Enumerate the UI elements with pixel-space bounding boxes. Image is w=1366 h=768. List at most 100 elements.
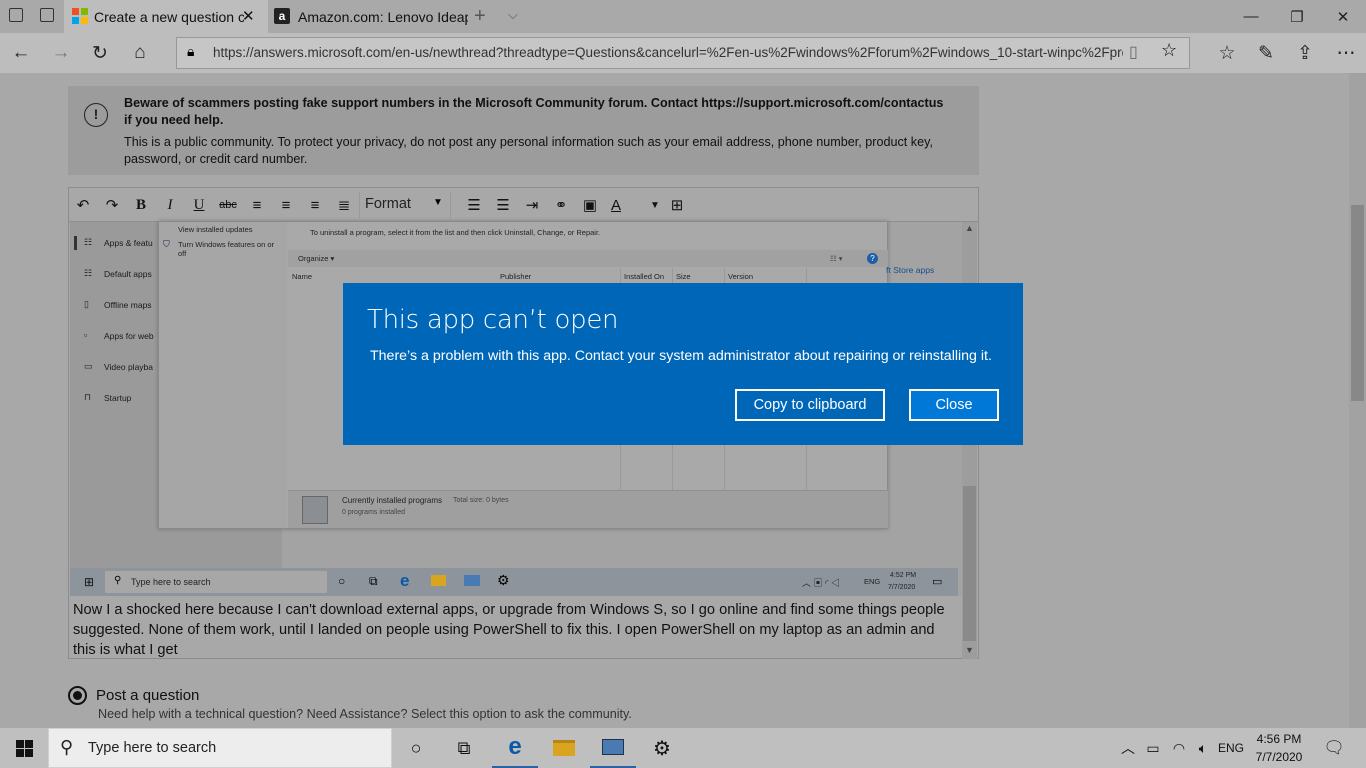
notice-title: Beware of scammers posting fake support …: [124, 96, 944, 127]
align-center-icon[interactable]: ≡: [274, 193, 298, 217]
settings-item: Default apps: [104, 269, 152, 279]
align-left-icon[interactable]: ≡: [245, 193, 269, 217]
format-dropdown[interactable]: Format ▼: [359, 192, 451, 218]
home-icon[interactable]: ⌂: [125, 39, 155, 67]
cortana-icon: ○: [338, 574, 346, 588]
close-button[interactable]: Close: [909, 389, 999, 421]
tab-label: Create a new question c: [94, 8, 244, 25]
column-header: Publisher: [500, 272, 532, 281]
language-indicator[interactable]: ENG: [1216, 728, 1246, 768]
browser-nav-bar: ← → ↻ ⌂ 🔒︎ https://answers.microsoft.com…: [0, 33, 1366, 73]
copy-to-clipboard-button[interactable]: Copy to clipboard: [735, 389, 885, 421]
column-header: Version: [728, 272, 754, 281]
wifi-icon[interactable]: ◠: [1168, 728, 1190, 768]
startup-icon: ⊓: [84, 392, 92, 402]
windows-start-icon: ⊞: [84, 575, 95, 589]
settings-item: Offline maps: [104, 300, 152, 310]
link-icon[interactable]: ⚭: [549, 193, 573, 217]
close-tab-icon[interactable]: ✕: [242, 7, 255, 25]
set-tabs-aside-icon[interactable]: [40, 8, 54, 22]
address-bar[interactable]: 🔒︎ https://answers.microsoft.com/en-us/n…: [176, 37, 1190, 69]
undo-icon[interactable]: ↶: [71, 193, 95, 217]
bold-icon[interactable]: B: [129, 193, 153, 217]
font-color-icon[interactable]: A: [604, 193, 628, 217]
task-view-icon[interactable]: ⧉: [444, 728, 484, 768]
notice-body: This is a public community. To protect y…: [124, 135, 933, 166]
font-color-dropdown-icon[interactable]: ▼: [643, 193, 667, 217]
scroll-up-icon[interactable]: ▲: [965, 223, 974, 233]
battery-icon[interactable]: ▭: [1142, 728, 1164, 768]
action-center-icon[interactable]: 🗨︎: [1318, 728, 1350, 768]
control-panel-sidebar: [159, 222, 287, 528]
microsoft-logo-icon: [72, 8, 88, 24]
page-scrollbar-thumb[interactable]: [1351, 205, 1364, 401]
underline-icon[interactable]: U: [187, 193, 211, 217]
clock-date[interactable]: 7/7/2020: [1252, 750, 1306, 764]
tray-icons: ︿ ▣ ◜ ◁: [802, 578, 840, 588]
bullet-list-icon[interactable]: ☰: [462, 193, 486, 217]
cp-link: Turn Windows features on or off: [178, 240, 275, 258]
justify-icon[interactable]: ≣: [332, 193, 356, 217]
edge-taskbar-icon[interactable]: e: [492, 728, 538, 768]
table-icon[interactable]: ⊞: [665, 193, 689, 217]
back-arrow-icon[interactable]: ←: [6, 39, 36, 67]
organize-menu: Organize ▾: [298, 254, 335, 263]
tab-create-question[interactable]: Create a new question c ✕: [64, 0, 268, 33]
video-icon: ▭: [84, 361, 93, 371]
total-size: Total size: 0 bytes: [453, 497, 509, 504]
editor-body-text[interactable]: Now I a shocked here because I can't dow…: [73, 600, 953, 660]
show-hidden-icons-chevron[interactable]: ︿: [1118, 728, 1138, 768]
volume-icon[interactable]: 🔈︎: [1192, 728, 1214, 768]
info-icon: !: [84, 103, 108, 127]
scroll-down-icon[interactable]: ▼: [965, 645, 974, 655]
strikethrough-icon[interactable]: abc: [216, 193, 240, 217]
indent-icon[interactable]: ⇥: [520, 193, 544, 217]
tab-label: Amazon.com: Lenovo Ideap: [298, 8, 468, 25]
amazon-logo-icon: a: [274, 8, 290, 24]
favorite-star-icon[interactable]: ☆: [1161, 40, 1177, 61]
settings-item: Apps for web: [104, 331, 154, 341]
settings-taskbar-icon[interactable]: ⚙: [640, 728, 684, 768]
reading-view-icon[interactable]: ▯: [1129, 42, 1138, 62]
forward-arrow-icon[interactable]: →: [46, 39, 76, 67]
taskbar-search-text[interactable]: Type here to search: [88, 740, 216, 756]
file-explorer-taskbar-icon[interactable]: [542, 728, 586, 768]
new-tab-icon[interactable]: +: [474, 5, 486, 28]
italic-icon[interactable]: I: [158, 193, 182, 217]
editor-scrollbar-thumb[interactable]: [963, 486, 976, 641]
pen-icon[interactable]: ✎: [1251, 39, 1281, 67]
share-icon[interactable]: ⇪: [1290, 39, 1320, 67]
post-question-label[interactable]: Post a question: [96, 687, 199, 704]
map-icon: ▯: [84, 299, 89, 309]
restore-icon[interactable]: ❐: [1274, 0, 1320, 33]
minimize-icon[interactable]: —: [1228, 0, 1274, 33]
clock-time[interactable]: 4:56 PM: [1252, 732, 1306, 746]
shield-icon: ⛉: [163, 239, 170, 249]
control-panel-taskbar-icon[interactable]: [590, 728, 636, 768]
favorites-icon[interactable]: ☆: [1212, 39, 1242, 67]
url-text[interactable]: https://answers.microsoft.com/en-us/newt…: [213, 45, 1123, 60]
start-button[interactable]: [0, 728, 48, 768]
settings-item: Startup: [104, 393, 132, 403]
tab-amazon[interactable]: a Amazon.com: Lenovo Ideap: [268, 0, 468, 33]
redo-icon[interactable]: ↷: [100, 193, 124, 217]
cortana-icon[interactable]: ○: [396, 728, 436, 768]
programs-box-icon: [302, 496, 328, 524]
column-header: Name: [292, 272, 313, 281]
screenshot-lang: ENG: [864, 577, 881, 586]
chevron-down-icon: ▼: [433, 197, 443, 208]
refresh-icon[interactable]: ↻: [85, 39, 115, 67]
format-label: Format: [365, 196, 411, 212]
program-count: 0 programs installed: [342, 509, 406, 516]
more-icon[interactable]: ⋯: [1331, 39, 1361, 67]
image-icon[interactable]: ▣: [578, 193, 602, 217]
tab-list-chevron-icon[interactable]: ⌵: [508, 7, 518, 23]
tab-preview-icon[interactable]: [9, 8, 23, 22]
align-right-icon[interactable]: ≡: [303, 193, 327, 217]
numbered-list-icon[interactable]: ☰: [491, 193, 515, 217]
search-icon: ⚲: [114, 575, 122, 586]
dialog-title: This app can’t open: [367, 305, 619, 335]
column-header: Size: [676, 272, 691, 281]
cp-instruction: To uninstall a program, select it from t…: [310, 228, 601, 237]
close-window-icon[interactable]: ✕: [1320, 0, 1366, 33]
